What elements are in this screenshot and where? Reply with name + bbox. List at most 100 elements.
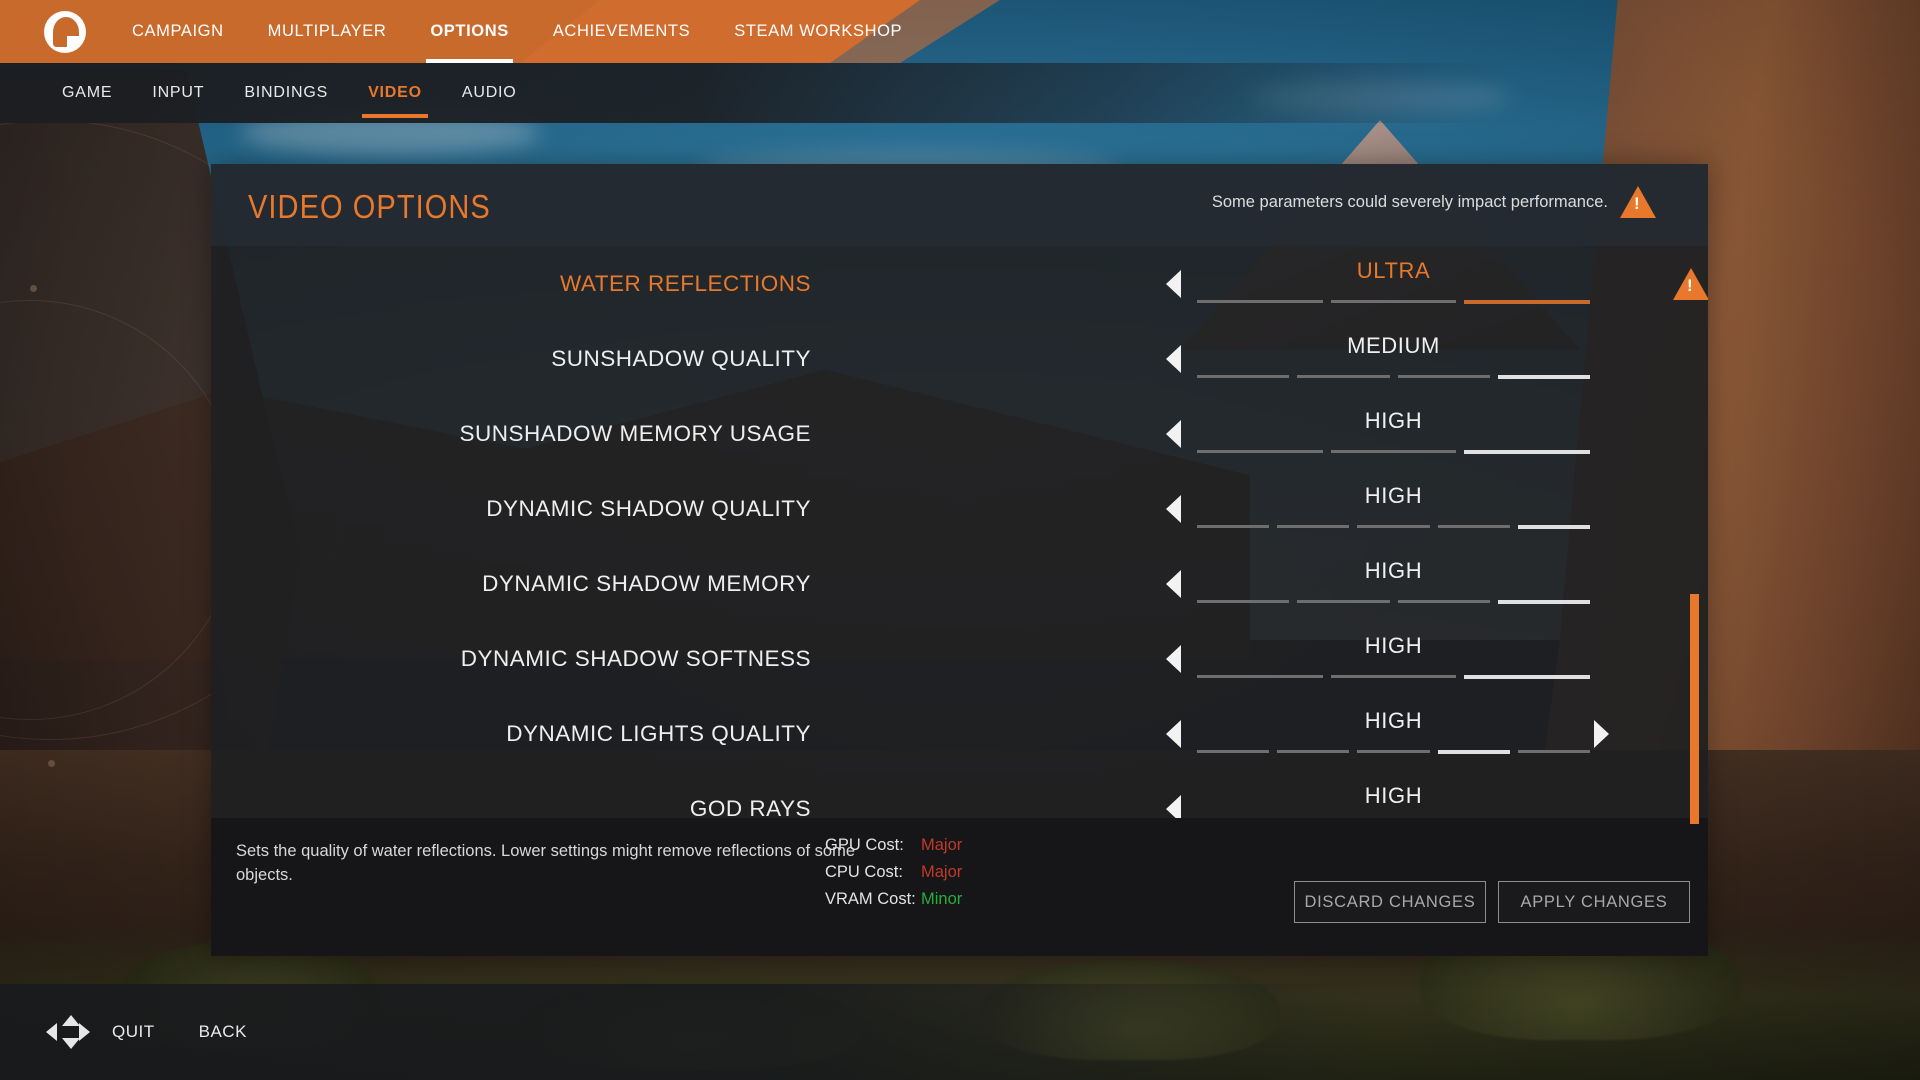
option-value: HIGH [1364,707,1423,733]
option-slider[interactable]: HIGH [1197,707,1591,758]
option-label: DYNAMIC SHADOW SOFTNESS [460,645,811,671]
arrow-left-icon[interactable] [1166,494,1181,523]
slider-segment[interactable] [1437,524,1510,528]
slider-segment[interactable] [1437,749,1510,754]
option-label: DYNAMIC LIGHTS QUALITY [506,720,811,746]
page-title: VIDEO OPTIONS [248,188,491,225]
slider-segment[interactable] [1197,749,1270,753]
option-label: SUNSHADOW QUALITY [551,345,811,371]
slider-segment[interactable] [1517,749,1591,753]
option-value: MEDIUM [1347,332,1440,358]
option-row[interactable]: WATER REFLECTIONS ULTRA [211,246,1708,321]
top-nav-item-achievements[interactable]: ACHIEVEMENTS [531,0,712,63]
slider-segment[interactable] [1197,524,1270,528]
option-row[interactable]: SUNSHADOW QUALITY MEDIUM [211,321,1708,396]
option-slider[interactable]: HIGH [1197,557,1590,608]
slider-segment[interactable] [1357,524,1430,528]
sub-navigation-bar: GAME INPUT BINDINGS VIDEO AUDIO [0,63,1920,123]
option-slider[interactable]: HIGH [1197,782,1590,819]
top-nav-items: CAMPAIGN MULTIPLAYER OPTIONS ACHIEVEMENTS ST… [110,0,924,63]
sub-nav-item-bindings[interactable]: BINDINGS [224,63,348,123]
slider-segment[interactable] [1197,449,1323,453]
slider-segment[interactable] [1277,749,1350,753]
bottom-bar-item-back[interactable]: BACK [177,1022,269,1042]
option-row[interactable]: DYNAMIC LIGHTS QUALITY HIGH [211,696,1708,771]
slider-segments [1197,674,1591,679]
bottom-bar: QUIT BACK [0,984,1920,1080]
apply-changes-button[interactable]: APPLY CHANGES [1498,881,1690,923]
option-value: HIGH [1364,632,1423,658]
option-value: HIGH [1364,407,1423,433]
top-nav-item-campaign[interactable]: CAMPAIGN [110,0,246,63]
slider-segment[interactable] [1277,524,1350,528]
slider-segment[interactable] [1297,374,1390,378]
sub-nav-item-input[interactable]: INPUT [132,63,224,123]
arrow-left-icon[interactable] [1166,569,1181,598]
option-value: HIGH [1364,557,1423,583]
slider-segment[interactable] [1197,599,1290,603]
slider-segment[interactable] [1197,674,1323,678]
option-row[interactable]: DYNAMIC SHADOW MEMORY HIGH [211,546,1708,621]
cost-value: Major [921,836,963,854]
arrow-left-icon[interactable] [1166,344,1181,373]
slider-segment[interactable] [1330,674,1457,678]
slider-segment[interactable] [1464,299,1591,304]
dpad-navigate-icon [46,1015,90,1049]
top-navigation-bar: CAMPAIGN MULTIPLAYER OPTIONS ACHIEVEMENTS ST… [0,0,1920,63]
option-slider[interactable]: HIGH [1197,632,1591,683]
cost-row: VRAM Cost: Minor [825,890,962,909]
arrow-left-icon[interactable] [1166,719,1181,748]
option-value: ULTRA [1356,257,1431,283]
video-options-panel: VIDEO OPTIONS Some parameters could seve… [211,164,1708,956]
slider-segment[interactable] [1197,299,1323,303]
option-label: DYNAMIC SHADOW MEMORY [482,570,811,596]
slider-segment[interactable] [1497,374,1590,379]
slider-segment[interactable] [1517,524,1591,529]
cost-label: CPU Cost: [825,863,903,881]
slider-segment[interactable] [1197,374,1290,378]
discard-changes-button[interactable]: DISCARD CHANGES [1294,881,1486,923]
bottom-bar-item-quit[interactable]: QUIT [90,1022,177,1042]
slider-segment[interactable] [1297,599,1390,603]
top-nav-item-multiplayer[interactable]: MULTIPLAYER [246,0,409,63]
top-nav-item-options[interactable]: OPTIONS [408,0,530,63]
slider-segment[interactable] [1464,449,1591,454]
option-value: HIGH [1364,782,1423,808]
sub-nav-item-game[interactable]: GAME [42,63,132,123]
top-nav-item-steam-workshop[interactable]: STEAM WORKSHOP [712,0,924,63]
option-row[interactable]: DYNAMIC SHADOW SOFTNESS HIGH [211,621,1708,696]
scrollbar-thumb[interactable] [1690,594,1699,824]
arrow-left-icon[interactable] [1166,644,1181,673]
option-slider[interactable]: MEDIUM [1197,332,1590,383]
option-slider[interactable]: HIGH [1197,407,1591,458]
arrow-left-icon[interactable] [1166,419,1181,448]
slider-segment[interactable] [1330,299,1457,303]
cost-table: GPU Cost: Major CPU Cost: Major VRAM Cost: Mi… [825,836,962,917]
slider-segments [1197,749,1591,754]
option-label: GOD RAYS [689,795,811,819]
slider-segments [1197,524,1591,529]
option-row[interactable]: DYNAMIC SHADOW QUALITY HIGH [211,471,1708,546]
cost-label: VRAM Cost: [825,890,916,908]
slider-segment[interactable] [1397,599,1490,603]
slider-segment[interactable] [1330,449,1457,453]
arrow-right-icon[interactable] [1594,719,1609,748]
arrow-left-icon[interactable] [1166,269,1181,298]
bottom-bar-items: QUIT BACK [90,1022,269,1042]
slider-segment[interactable] [1357,749,1430,753]
arrow-left-icon[interactable] [1166,794,1181,818]
option-row[interactable]: SUNSHADOW MEMORY USAGE HIGH [211,396,1708,471]
option-slider[interactable]: ULTRA [1197,257,1591,308]
slider-segment[interactable] [1464,674,1591,679]
option-label: SUNSHADOW MEMORY USAGE [459,420,811,446]
option-slider[interactable]: HIGH [1197,483,1591,533]
option-row[interactable]: GOD RAYS HIGH [211,771,1708,818]
sub-nav-item-video[interactable]: VIDEO [348,63,442,123]
cost-row: GPU Cost: Major [825,836,962,855]
slider-segment[interactable] [1497,599,1590,604]
warning-triangle-icon [1620,186,1656,218]
sub-nav-item-audio[interactable]: AUDIO [442,63,537,123]
slider-segment[interactable] [1397,374,1490,378]
game-logo-icon [44,11,86,53]
option-label: DYNAMIC SHADOW QUALITY [486,495,811,521]
